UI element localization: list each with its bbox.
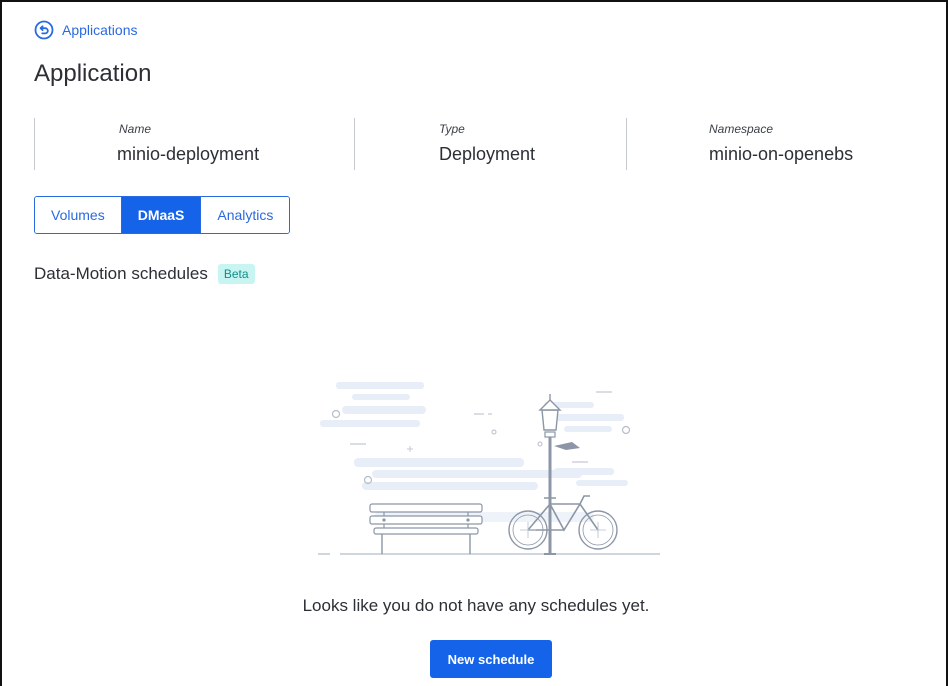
meta-name-value: minio-deployment <box>117 144 260 164</box>
tab-group: Volumes DMaaS Analytics <box>34 196 291 234</box>
meta-type: Type Deployment <box>354 118 625 170</box>
park-bench-bicycle-illustration <box>314 372 664 565</box>
section-title: Data-Motion schedules <box>34 264 208 283</box>
tab-volumes[interactable]: Volumes <box>35 197 122 233</box>
meta-namespace-value: minio-on-openebs <box>709 144 854 164</box>
app-frame: Applications Application Name minio-depl… <box>0 0 948 686</box>
back-circle-icon <box>34 20 54 40</box>
meta-name: Name minio-deployment <box>34 118 355 170</box>
back-to-applications-link[interactable]: Applications <box>34 20 138 40</box>
meta-name-label: Name <box>119 122 152 136</box>
tab-analytics[interactable]: Analytics <box>201 197 290 233</box>
beta-badge: Beta <box>217 264 255 284</box>
back-link-label: Applications <box>62 22 138 38</box>
meta-type-value: Deployment <box>439 144 536 164</box>
new-schedule-button[interactable]: New schedule <box>430 640 552 678</box>
application-meta: Name minio-deployment Type Deployment Na… <box>34 118 914 170</box>
meta-type-label: Type <box>439 122 465 136</box>
empty-state-message: Looks like you do not have any schedules… <box>302 596 650 615</box>
meta-namespace-label: Namespace <box>709 122 774 136</box>
page-title: Application <box>34 60 152 87</box>
tab-dmaas[interactable]: DMaaS <box>121 197 202 233</box>
section-header: Data-Motion schedules Beta <box>34 264 255 284</box>
meta-namespace: Namespace minio-on-openebs <box>626 118 915 170</box>
